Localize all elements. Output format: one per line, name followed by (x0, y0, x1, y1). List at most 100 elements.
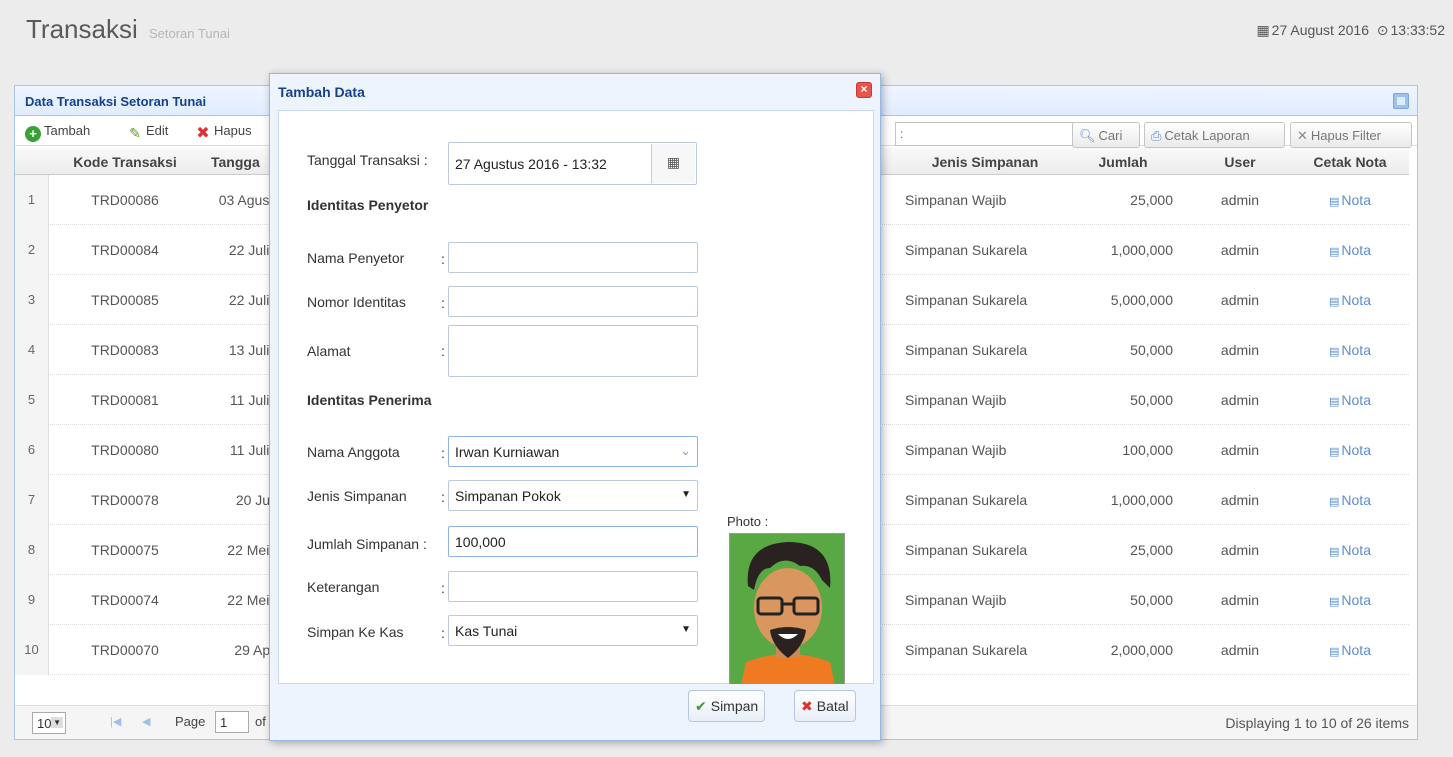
print-receipt-link[interactable]: ▤ Nota (1300, 292, 1400, 308)
simpan-ke-kas-colon: : (441, 625, 445, 641)
nama-anggota-label: Nama Anggota (307, 444, 400, 460)
nomor-identitas-colon: : (441, 295, 445, 311)
cell-type: Simpanan Wajib (905, 592, 1007, 608)
cell-user: admin (1220, 392, 1260, 408)
cell-code: TRD00070 (91, 642, 159, 658)
add-button[interactable]: + Tambah (25, 123, 90, 142)
tanggal-transaksi-field[interactable]: 27 Agustus 2016 - 13:32 ▦ (448, 142, 697, 185)
print-receipt-link[interactable]: ▤ Nota (1300, 542, 1400, 558)
print-receipt-link[interactable]: ▤ Nota (1300, 192, 1400, 208)
print-receipt-link[interactable]: ▤ Nota (1300, 492, 1400, 508)
alamat-colon: : (441, 343, 445, 359)
page-number-input[interactable]: 1 (215, 711, 249, 733)
delete-button[interactable]: ✖ Hapus (195, 123, 251, 142)
jumlah-simpanan-input[interactable]: 100,000 (448, 526, 698, 557)
calendar-icon: ▦ (1256, 22, 1270, 38)
jenis-simpanan-select[interactable]: Simpanan Pokok ▼ (448, 480, 698, 511)
search-button-label: Cari (1098, 128, 1123, 143)
collapse-icon[interactable] (1393, 93, 1409, 109)
keterangan-colon: : (441, 580, 445, 596)
chevron-down-icon[interactable]: ⌄ (680, 443, 691, 459)
search-input[interactable]: : (895, 122, 1081, 146)
alamat-label: Alamat (307, 343, 351, 359)
page-subtitle: Setoran Tunai (148, 26, 230, 41)
cell-type: Simpanan Wajib (905, 392, 1007, 408)
keterangan-input[interactable] (448, 571, 698, 602)
cell-user: admin (1220, 442, 1260, 458)
close-icon: ✕ (1297, 128, 1308, 143)
avatar-illustration (730, 534, 844, 688)
printer-icon: ▤ (1329, 346, 1340, 358)
cell-code: TRD00086 (91, 192, 159, 208)
print-report-label: Cetak Laporan (1164, 128, 1250, 143)
edit-button[interactable]: ✎ Edit (127, 123, 168, 141)
column-header-date[interactable]: Tangga (211, 154, 271, 170)
simpan-ke-kas-select[interactable]: Kas Tunai ▼ (448, 615, 698, 646)
nama-anggota-combobox[interactable]: Irwan Kurniawan ⌄ (448, 436, 698, 467)
section-penerima: Identitas Penerima (307, 392, 432, 408)
dropdown-arrow-icon: ▼ (681, 489, 691, 500)
printer-icon: ▤ (1329, 546, 1340, 558)
printer-icon: ▤ (1329, 296, 1340, 308)
pencil-icon: ✎ (129, 125, 141, 141)
previous-page-icon[interactable]: ◀ (142, 715, 150, 728)
dialog-footer (278, 684, 874, 734)
cell-type: Simpanan Sukarela (905, 292, 1028, 308)
dialog-form: Tanggal Transaksi : 27 Agustus 2016 - 13… (278, 110, 874, 707)
save-button[interactable]: ✔ Simpan (688, 690, 766, 722)
nota-label: Nota (1341, 192, 1371, 208)
cell-type: Simpanan Sukarela (905, 242, 1028, 258)
nota-label: Nota (1341, 242, 1371, 258)
cell-type: Simpanan Sukarela (905, 642, 1028, 658)
print-receipt-link[interactable]: ▤ Nota (1300, 642, 1400, 658)
cell-code: TRD00078 (91, 492, 159, 508)
search-button[interactable]: 🔍︎ Cari (1072, 122, 1140, 148)
column-header-code[interactable]: Kode Transaksi (55, 154, 195, 170)
print-receipt-link[interactable]: ▤ Nota (1300, 342, 1400, 358)
column-header-amount[interactable]: Jumlah (1073, 154, 1173, 170)
clear-filter-button[interactable]: ✕ Hapus Filter (1290, 122, 1412, 148)
cell-type: Simpanan Wajib (905, 442, 1007, 458)
nota-label: Nota (1341, 592, 1371, 608)
print-receipt-link[interactable]: ▤ Nota (1300, 592, 1400, 608)
jumlah-simpanan-colon: : (422, 536, 427, 552)
column-header-print[interactable]: Cetak Nota (1300, 154, 1400, 170)
simpan-ke-kas-value: Kas Tunai (455, 623, 518, 639)
page-size-select[interactable]: 10 (32, 712, 66, 734)
tanggal-label-text: Tanggal Transaksi (307, 152, 420, 168)
cell-user: admin (1220, 242, 1260, 258)
printer-icon: ▤ (1329, 396, 1340, 408)
tanggal-label: Tanggal Transaksi : (307, 152, 428, 168)
calendar-icon[interactable]: ▦ (651, 144, 695, 183)
first-page-icon[interactable]: |◀ (110, 715, 121, 728)
nama-anggota-value: Irwan Kurniawan (455, 444, 560, 460)
print-report-button[interactable]: ⎙ Cetak Laporan (1144, 122, 1285, 148)
column-header-type[interactable]: Jenis Simpanan (905, 154, 1065, 170)
printer-icon: ▤ (1329, 596, 1340, 608)
jumlah-simpanan-label: Jumlah Simpanan : (307, 536, 427, 552)
cancel-label: Batal (816, 698, 849, 714)
print-receipt-link[interactable]: ▤ Nota (1300, 392, 1400, 408)
printer-icon: ▤ (1329, 496, 1340, 508)
nomor-identitas-input[interactable] (448, 286, 698, 317)
tanggal-colon: : (423, 152, 428, 168)
close-icon[interactable]: × (856, 82, 872, 98)
cancel-button[interactable]: ✖ Batal (794, 690, 856, 722)
print-receipt-link[interactable]: ▤ Nota (1300, 242, 1400, 258)
search-colon: : (900, 127, 904, 141)
cell-user: admin (1220, 192, 1260, 208)
alamat-textarea[interactable] (448, 325, 698, 377)
row-number: 4 (15, 325, 49, 375)
clock-icon: ⊙ (1376, 22, 1389, 38)
dialog-titlebar[interactable]: Tambah Data × (270, 74, 880, 108)
photo-label: Photo : (727, 514, 769, 529)
nota-label: Nota (1341, 492, 1371, 508)
nama-penyetor-input[interactable] (448, 242, 698, 273)
printer-icon: ▤ (1329, 646, 1340, 658)
jenis-simpanan-value: Simpanan Pokok (455, 488, 561, 504)
print-receipt-link[interactable]: ▤ Nota (1300, 442, 1400, 458)
row-number: 6 (15, 425, 49, 475)
member-photo (729, 533, 845, 689)
cell-code: TRD00075 (91, 542, 159, 558)
column-header-user[interactable]: User (1190, 154, 1290, 170)
